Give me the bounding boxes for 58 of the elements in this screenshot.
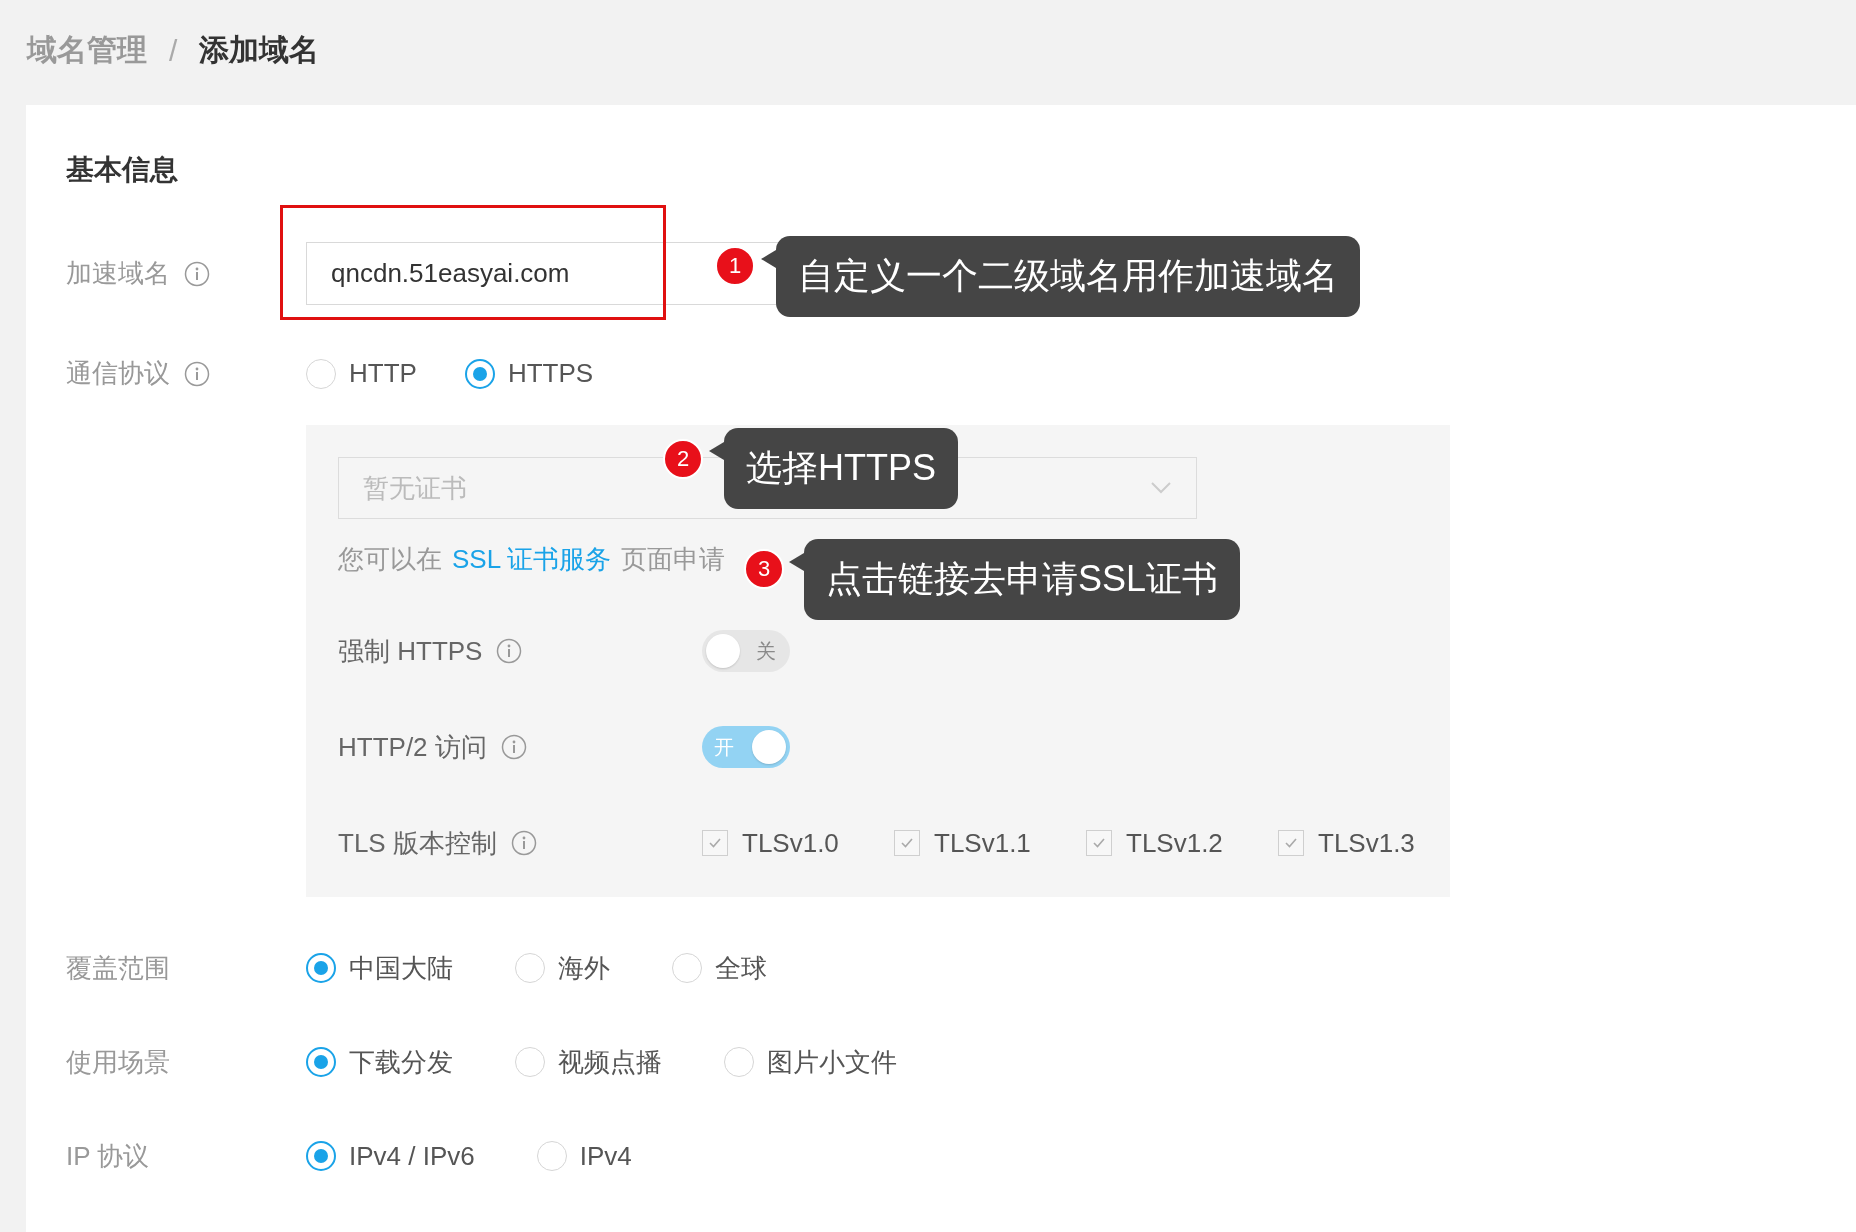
check-icon — [900, 837, 914, 849]
checkbox[interactable] — [702, 830, 728, 856]
radio-button[interactable] — [672, 953, 702, 983]
checkbox[interactable] — [1278, 830, 1304, 856]
checkbox-label: TLSv1.2 — [1126, 827, 1223, 859]
callout-tooltip: 选择HTTPS — [709, 428, 958, 509]
field-label: IP 协议 — [66, 1139, 150, 1173]
callout-tooltip: 自定义一个二级域名用作加速域名 — [761, 236, 1360, 317]
breadcrumb-item: 添加域名 — [199, 32, 320, 68]
toggle-switch[interactable]: 开 — [702, 726, 790, 768]
radio-button[interactable] — [306, 1141, 336, 1171]
info-icon[interactable] — [184, 260, 210, 287]
radio-button[interactable] — [515, 1047, 545, 1077]
toggle-switch[interactable]: 关 — [702, 630, 790, 672]
radio-label: IPv4 — [579, 1140, 632, 1172]
section-title: 基本信息 — [66, 153, 179, 187]
field-label: 加速域名 — [66, 257, 170, 290]
breadcrumb-separator: / — [169, 33, 178, 68]
radio-button[interactable] — [306, 358, 336, 389]
chevron-down-icon — [1150, 481, 1172, 495]
checkbox-label: TLSv1.1 — [934, 827, 1031, 859]
radio-label: 下载分发 — [349, 1045, 453, 1079]
radio-label: 全球 — [715, 951, 767, 985]
setting-label: 强制 HTTPS — [338, 634, 483, 668]
radio-button[interactable] — [515, 953, 545, 983]
check-icon — [1092, 837, 1106, 849]
info-icon[interactable] — [500, 734, 527, 760]
hint-text: 您可以在 — [338, 542, 442, 576]
info-icon[interactable] — [184, 360, 210, 387]
radio-label: 中国大陆 — [349, 951, 453, 985]
setting-label: HTTP/2 访问 — [338, 730, 487, 764]
info-icon[interactable] — [496, 638, 523, 664]
field-label: 使用场景 — [66, 1045, 170, 1079]
checkbox-label: TLSv1.0 — [742, 827, 839, 859]
check-icon — [1284, 837, 1298, 849]
radio-label: HTTPS — [507, 358, 594, 389]
radio-button[interactable] — [536, 1141, 567, 1171]
field-label: 覆盖范围 — [66, 951, 170, 985]
radio-label: 视频点播 — [558, 1045, 662, 1079]
radio-label: 海外 — [558, 951, 610, 985]
hint-text: 页面申请 — [621, 542, 726, 576]
ssl-service-link[interactable]: SSL 证书服务 — [452, 541, 612, 577]
callout-tooltip: 点击链接去申请SSL证书 — [789, 539, 1241, 620]
radio-button[interactable] — [306, 953, 336, 983]
breadcrumb-item[interactable]: 域名管理 — [27, 30, 147, 71]
radio-button[interactable] — [306, 1047, 336, 1077]
radio-button[interactable] — [464, 358, 495, 389]
radio-label: 图片小文件 — [767, 1045, 897, 1079]
checkbox-label: TLSv1.3 — [1318, 827, 1415, 859]
checkbox[interactable] — [1086, 830, 1112, 856]
radio-label: HTTP — [349, 358, 417, 389]
radio-label: IPv4 / IPv6 — [349, 1140, 475, 1172]
radio-button[interactable] — [724, 1047, 754, 1077]
setting-label: TLS 版本控制 — [338, 826, 497, 860]
info-icon[interactable] — [510, 830, 537, 856]
check-icon — [708, 837, 722, 849]
field-label: 通信协议 — [66, 357, 170, 390]
checkbox[interactable] — [894, 830, 920, 856]
